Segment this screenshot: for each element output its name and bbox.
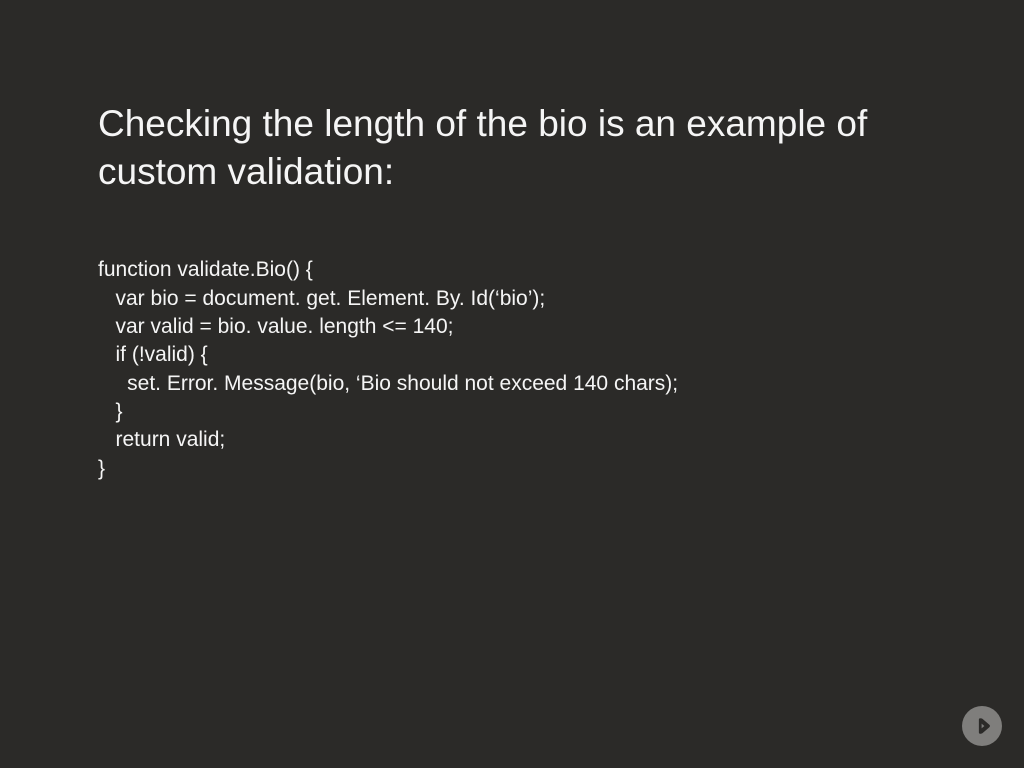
code-block: function validate.Bio() { var bio = docu… [98, 256, 926, 483]
code-line: } [98, 457, 105, 480]
slide-heading: Checking the length of the bio is an exa… [98, 100, 926, 196]
code-line: if (!valid) { [98, 343, 208, 366]
code-line: } [98, 400, 123, 423]
next-button[interactable] [962, 706, 1002, 746]
code-line: var valid = bio. value. length <= 140; [98, 315, 453, 338]
arrow-right-icon [972, 715, 994, 737]
code-line: set. Error. Message(bio, ‘Bio should not… [98, 372, 678, 395]
slide-content: Checking the length of the bio is an exa… [0, 0, 1024, 483]
code-line: return valid; [98, 428, 225, 451]
code-line: function validate.Bio() { [98, 258, 313, 281]
code-line: var bio = document. get. Element. By. Id… [98, 287, 545, 310]
